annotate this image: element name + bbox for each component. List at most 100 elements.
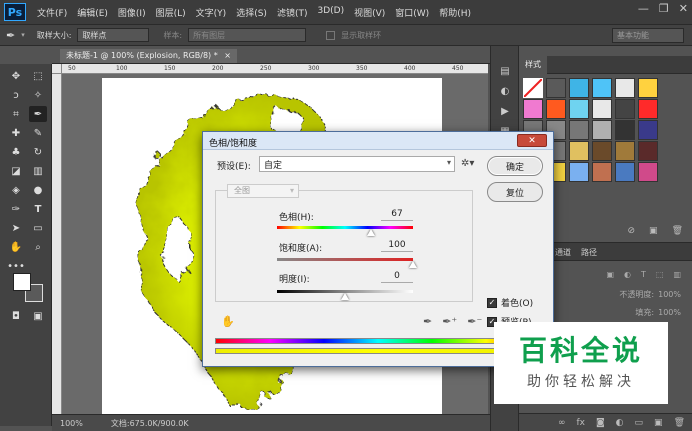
dialog-close-button[interactable]: ✕: [517, 134, 547, 147]
new-layer-icon[interactable]: ▣: [654, 418, 663, 428]
close-tab-icon[interactable]: ×: [224, 51, 231, 60]
gear-icon[interactable]: ✲▾: [461, 158, 474, 169]
filter-smart-icon[interactable]: ▥: [673, 270, 681, 279]
tab-channels[interactable]: 通道: [551, 243, 575, 260]
clone-stamp-tool-icon[interactable]: ♣: [7, 144, 25, 160]
show-ring-checkbox[interactable]: [326, 30, 336, 40]
link-layers-icon[interactable]: ∞: [558, 418, 566, 428]
pen-tool-icon[interactable]: ✑: [7, 201, 25, 217]
color-panel-icon[interactable]: ◐: [497, 84, 513, 98]
style-swatch[interactable]: [638, 120, 658, 140]
hand-tool-icon[interactable]: ✋: [7, 239, 25, 255]
menu-item-2[interactable]: 图像(I): [113, 6, 151, 19]
zoom-level[interactable]: 100%: [60, 419, 83, 428]
tab-styles[interactable]: 样式: [519, 56, 547, 74]
style-swatch[interactable]: [546, 99, 566, 119]
style-swatch[interactable]: [592, 78, 612, 98]
style-swatch[interactable]: [523, 78, 543, 98]
saturation-slider-thumb[interactable]: [409, 261, 417, 268]
style-swatch[interactable]: [615, 99, 635, 119]
lightness-input[interactable]: 0: [381, 271, 413, 283]
preset-select[interactable]: 自定 ▾: [259, 156, 455, 172]
gradient-tool-icon[interactable]: ▥: [29, 163, 47, 179]
clear-style-icon[interactable]: ⊘: [628, 226, 636, 238]
lasso-tool-icon[interactable]: ↄ: [7, 87, 25, 103]
filter-pixel-icon[interactable]: ▣: [606, 270, 614, 279]
hue-slider-track[interactable]: [277, 226, 413, 229]
shape-tool-icon[interactable]: ▭: [29, 220, 47, 236]
delete-layer-icon[interactable]: 🗑: [674, 418, 685, 428]
style-swatch[interactable]: [638, 141, 658, 161]
menu-item-10[interactable]: 帮助(H): [434, 6, 476, 19]
style-swatch[interactable]: [592, 99, 612, 119]
delete-style-icon[interactable]: 🗑: [672, 226, 683, 238]
style-swatch[interactable]: [546, 78, 566, 98]
zoom-tool-icon[interactable]: ⌕: [29, 239, 47, 255]
eyedropper-tool-icon[interactable]: ✒: [6, 29, 15, 42]
close-icon[interactable]: ✕: [679, 2, 688, 15]
style-swatch[interactable]: [592, 120, 612, 140]
style-swatch[interactable]: [569, 141, 589, 161]
menu-item-3[interactable]: 图层(L): [151, 6, 191, 19]
opacity-value[interactable]: 100%: [658, 290, 681, 299]
style-swatch[interactable]: [569, 99, 589, 119]
eyedropper-plus-icon[interactable]: ✒⁺: [442, 315, 457, 328]
filter-shape-icon[interactable]: ⬚: [656, 270, 664, 279]
style-swatch[interactable]: [615, 78, 635, 98]
hand-icon[interactable]: ✋: [221, 315, 235, 328]
more-tools-icon[interactable]: •••: [7, 258, 25, 274]
filter-type-icon[interactable]: T: [641, 270, 646, 279]
magic-wand-tool-icon[interactable]: ✧: [29, 87, 47, 103]
workspace-select[interactable]: 基本功能: [612, 28, 684, 43]
path-selection-tool-icon[interactable]: ➤: [7, 220, 25, 236]
sample-size-select[interactable]: 取样点: [77, 28, 150, 42]
filter-adjust-icon[interactable]: ◐: [624, 270, 631, 279]
saturation-slider-track[interactable]: [277, 258, 413, 261]
document-tab[interactable]: 未标题-1 @ 100% (Explosion, RGB/8) * ×: [60, 49, 237, 63]
style-swatch[interactable]: [569, 162, 589, 182]
menu-item-1[interactable]: 编辑(E): [72, 6, 113, 19]
saturation-input[interactable]: 100: [381, 240, 413, 252]
dodge-tool-icon[interactable]: ●: [29, 182, 47, 198]
quick-mask-icon[interactable]: ◘: [7, 308, 25, 324]
crop-tool-icon[interactable]: ⌗: [7, 106, 25, 122]
eyedropper-tool-icon[interactable]: ✒: [29, 106, 47, 122]
history-panel-icon[interactable]: ▤: [497, 64, 513, 78]
hue-input[interactable]: 67: [381, 209, 413, 221]
foreground-color-swatch[interactable]: [13, 273, 31, 291]
chevron-down-icon[interactable]: ▾: [21, 31, 25, 39]
screen-mode-icon[interactable]: ▣: [29, 308, 47, 324]
brush-tool-icon[interactable]: ✎: [29, 125, 47, 141]
move-tool-icon[interactable]: ✥: [7, 68, 25, 84]
style-swatch[interactable]: [638, 99, 658, 119]
layer-mask-icon[interactable]: ◙: [596, 418, 605, 428]
menu-item-8[interactable]: 视图(V): [349, 6, 390, 19]
ok-button[interactable]: 确定: [487, 156, 543, 176]
menu-item-7[interactable]: 3D(D): [312, 6, 349, 19]
style-swatch[interactable]: [592, 162, 612, 182]
history-brush-tool-icon[interactable]: ↻: [29, 144, 47, 160]
dialog-titlebar[interactable]: 色相/饱和度 ✕: [203, 132, 553, 150]
sample-select[interactable]: 所有图层: [188, 28, 307, 42]
style-swatch[interactable]: [569, 120, 589, 140]
style-swatch[interactable]: [592, 141, 612, 161]
style-swatch[interactable]: [615, 162, 635, 182]
actions-panel-icon[interactable]: ▶: [497, 104, 513, 118]
eyedropper-icon[interactable]: ✒: [423, 315, 432, 328]
tab-paths[interactable]: 路径: [577, 243, 601, 260]
hue-slider-thumb[interactable]: [366, 229, 375, 236]
style-swatch[interactable]: [615, 120, 635, 140]
style-swatch[interactable]: [569, 78, 589, 98]
menu-item-9[interactable]: 窗口(W): [390, 6, 434, 19]
restore-icon[interactable]: ❐: [659, 2, 669, 15]
fill-value[interactable]: 100%: [658, 308, 681, 317]
adjustment-layer-icon[interactable]: ◐: [616, 418, 624, 428]
menu-item-0[interactable]: 文件(F): [32, 6, 72, 19]
menu-item-4[interactable]: 文字(Y): [191, 6, 232, 19]
eraser-tool-icon[interactable]: ◪: [7, 163, 25, 179]
healing-brush-tool-icon[interactable]: ✚: [7, 125, 25, 141]
style-swatch[interactable]: [638, 78, 658, 98]
eyedropper-minus-icon[interactable]: ✒⁻: [467, 315, 482, 328]
minimize-icon[interactable]: —: [638, 2, 649, 15]
style-swatch[interactable]: [523, 99, 543, 119]
